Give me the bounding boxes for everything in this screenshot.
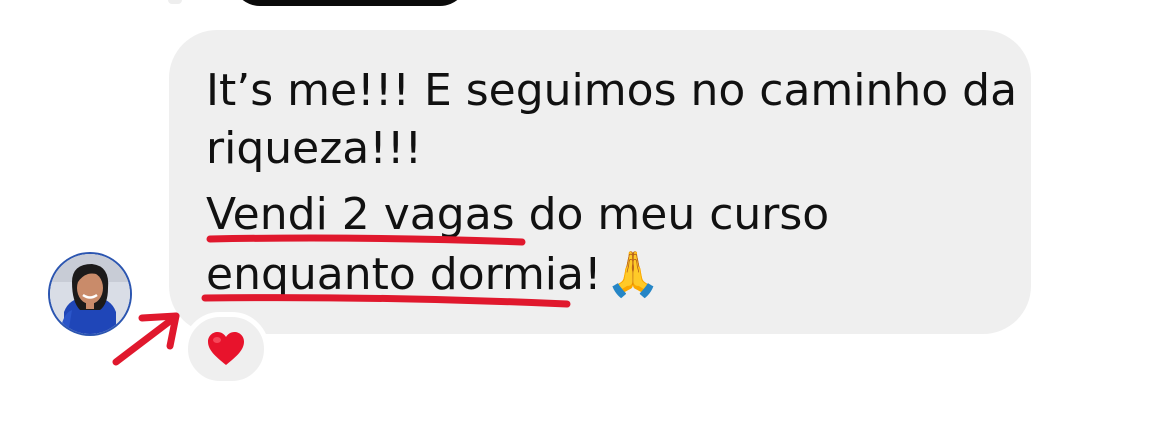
annotation-arrow-icon (112, 312, 180, 366)
message-line-2: riqueza!!! (206, 123, 423, 174)
message-line-3: Vendi 2 vagas do meu curso (206, 189, 830, 240)
chat-thread: It’s me!!! E seguimos no caminho da riqu… (0, 0, 1170, 432)
praying-hands-emoji-icon: 🙏 (605, 249, 661, 300)
message-line-4-text: enquanto dormia! (206, 249, 602, 300)
previous-message-bubble[interactable] (232, 0, 468, 6)
previous-bubble-edge (168, 0, 182, 4)
red-heart-icon (208, 332, 244, 365)
message-line-4: enquanto dormia!🙏 (206, 246, 660, 304)
profile-photo-icon (50, 254, 130, 334)
message-line-1: It’s me!!! E seguimos no caminho da (206, 65, 1018, 116)
sender-avatar[interactable] (50, 254, 130, 334)
heart-reaction[interactable] (183, 312, 269, 386)
